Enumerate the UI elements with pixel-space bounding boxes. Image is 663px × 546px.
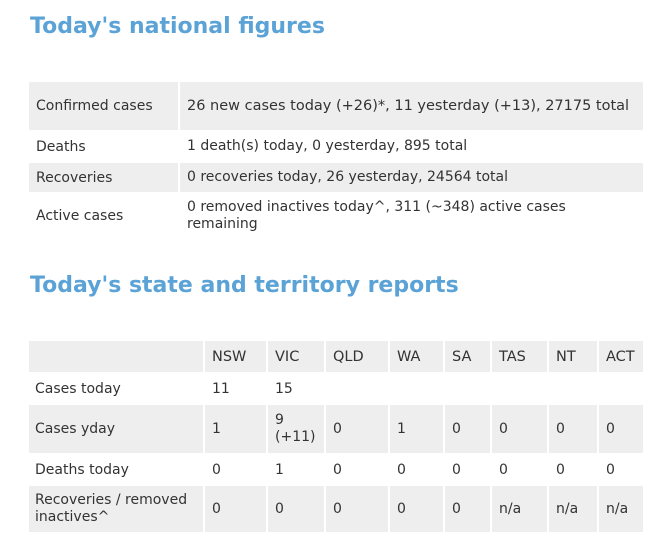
table-cell: 0 <box>491 454 549 486</box>
row-label: Confirmed cases <box>29 82 180 132</box>
column-header: WA <box>389 341 445 374</box>
table-cell: 0 <box>548 454 599 486</box>
table-cell: n/a <box>491 485 549 534</box>
table-cell <box>444 373 492 405</box>
table-cell: 11 <box>204 373 268 405</box>
table-cell: 1 <box>204 404 268 455</box>
table-cell: 0 <box>204 454 268 486</box>
row-value: 0 removed inactives today^, 311 (~348) a… <box>179 193 643 240</box>
column-header: NT <box>548 341 599 374</box>
table-cell: 0 <box>325 485 390 534</box>
row-label: Active cases <box>29 193 180 240</box>
corner-cell <box>29 341 205 374</box>
state-reports-table: NSW VIC QLD WA SA TAS NT ACT Cases today… <box>29 341 643 534</box>
table-row: Confirmed cases 26 new cases today (+26)… <box>29 82 643 132</box>
table-cell <box>598 373 643 405</box>
table-row: Deaths 1 death(s) today, 0 yesterday, 89… <box>29 131 643 163</box>
table-cell <box>548 373 599 405</box>
table-cell: 0 <box>389 454 445 486</box>
column-header: VIC <box>267 341 326 374</box>
national-figures-heading: Today's national figures <box>30 14 325 39</box>
table-row: Recoveries / removed inactives^ 0 0 0 0 … <box>29 485 643 534</box>
row-label: Cases yday <box>29 404 205 455</box>
table-cell: 0 <box>389 485 445 534</box>
column-header: ACT <box>598 341 643 374</box>
table-cell: 0 <box>491 404 549 455</box>
table-row: Recoveries 0 recoveries today, 26 yester… <box>29 162 643 194</box>
table-cell <box>325 373 390 405</box>
table-cell: 0 <box>325 454 390 486</box>
row-label: Recoveries / removed inactives^ <box>29 485 205 534</box>
table-cell: 0 <box>325 404 390 455</box>
table-row: Deaths today 0 1 0 0 0 0 0 0 <box>29 454 643 486</box>
row-value: 1 death(s) today, 0 yesterday, 895 total <box>179 131 643 163</box>
table-cell: 0 <box>444 404 492 455</box>
table-row: Cases today 11 15 <box>29 373 643 405</box>
row-label: Recoveries <box>29 162 180 194</box>
table-cell: 0 <box>444 454 492 486</box>
row-label: Deaths <box>29 131 180 163</box>
table-cell: 0 <box>267 485 326 534</box>
row-value: 26 new cases today (+26)*, 11 yesterday … <box>179 82 643 132</box>
column-header: TAS <box>491 341 549 374</box>
table-cell: 1 <box>389 404 445 455</box>
column-header: QLD <box>325 341 390 374</box>
table-cell: n/a <box>598 485 643 534</box>
table-cell: 0 <box>598 454 643 486</box>
table-cell: 0 <box>548 404 599 455</box>
table-header-row: NSW VIC QLD WA SA TAS NT ACT <box>29 341 643 374</box>
national-figures-table: Confirmed cases 26 new cases today (+26)… <box>29 82 643 240</box>
table-cell: 9 (+11) <box>267 404 326 455</box>
table-cell: 1 <box>267 454 326 486</box>
column-header: SA <box>444 341 492 374</box>
table-cell: 15 <box>267 373 326 405</box>
table-cell <box>389 373 445 405</box>
table-cell: 0 <box>598 404 643 455</box>
row-value: 0 recoveries today, 26 yesterday, 24564 … <box>179 162 643 194</box>
table-row: Cases yday 1 9 (+11) 0 1 0 0 0 0 <box>29 404 643 455</box>
table-row: Active cases 0 removed inactives today^,… <box>29 193 643 240</box>
table-cell: n/a <box>548 485 599 534</box>
row-label: Deaths today <box>29 454 205 486</box>
row-label: Cases today <box>29 373 205 405</box>
column-header: NSW <box>204 341 268 374</box>
table-cell <box>491 373 549 405</box>
table-cell: 0 <box>204 485 268 534</box>
table-cell: 0 <box>444 485 492 534</box>
state-reports-heading: Today's state and territory reports <box>30 273 459 298</box>
